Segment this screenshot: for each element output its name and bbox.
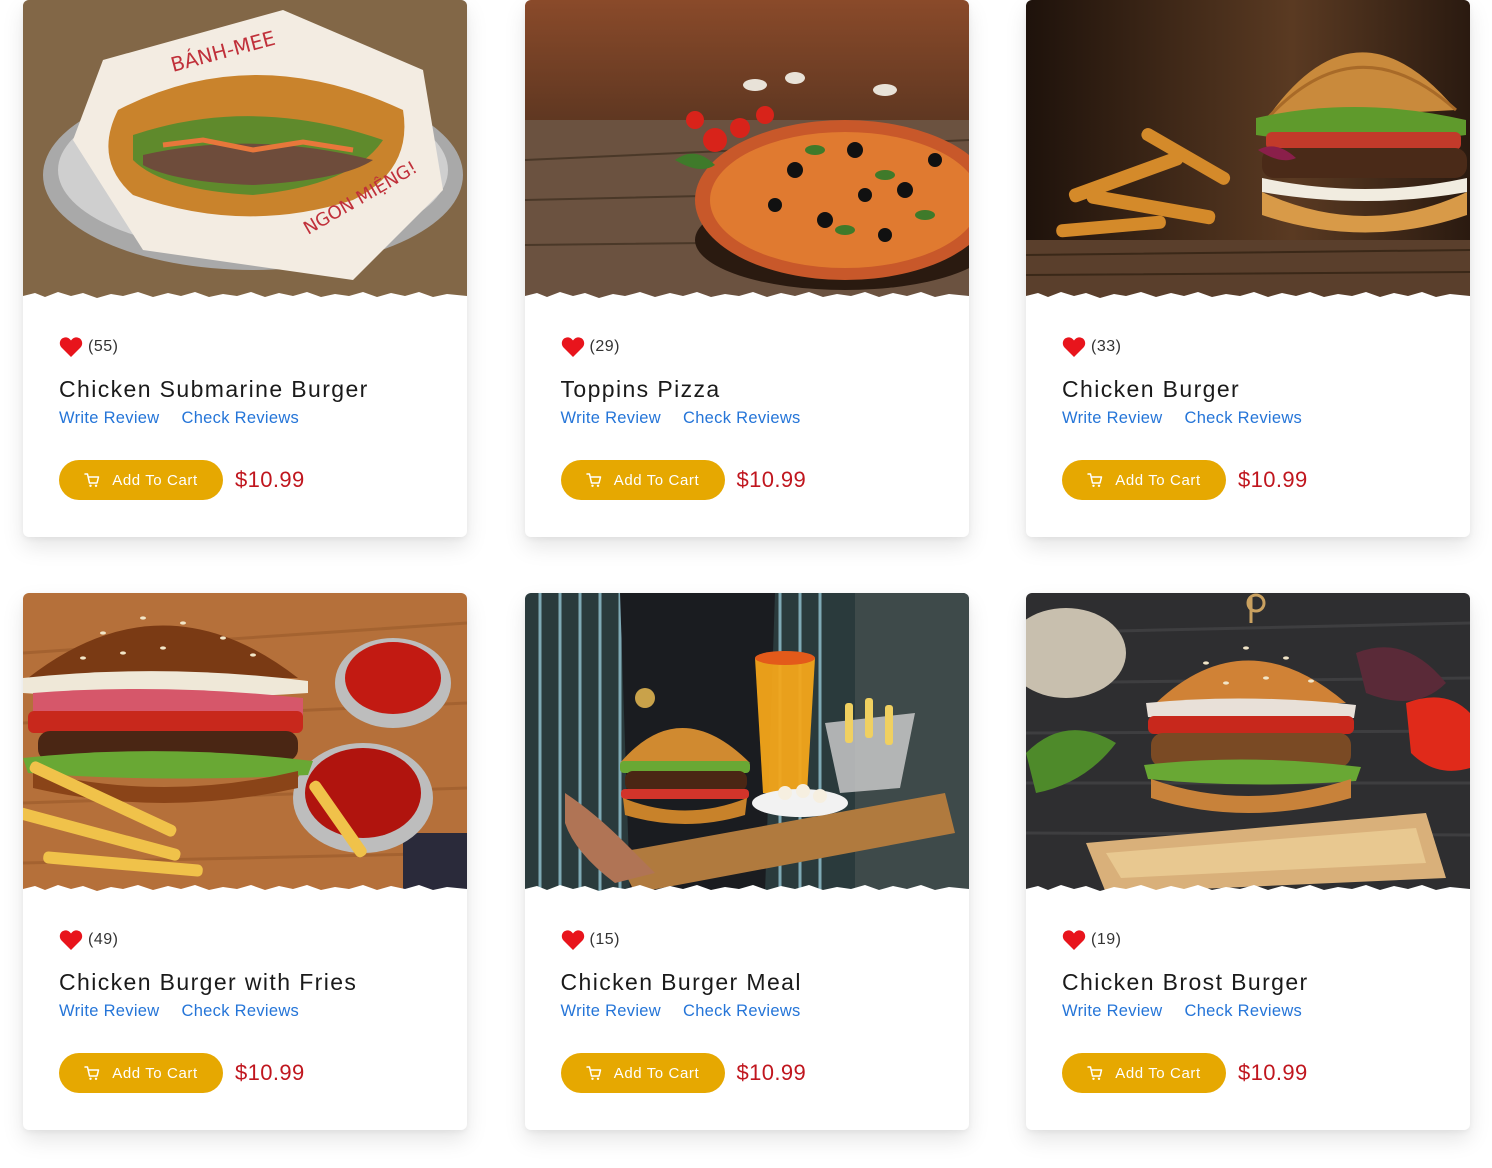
burger-with-fries-photo [23, 593, 467, 893]
price: $10.99 [736, 1060, 807, 1085]
write-review-link[interactable]: Write Review [561, 1002, 661, 1028]
shopping-cart-icon [585, 473, 601, 487]
add-to-cart-label: Add To Cart [112, 1064, 198, 1082]
buy-row: Add To Cart $10.99 [1062, 1053, 1434, 1093]
product-name: Chicken Burger Meal [560, 969, 802, 995]
price: $10.99 [736, 467, 807, 492]
check-reviews-link[interactable]: Check Reviews [181, 409, 299, 435]
product-name: Chicken Brost Burger [1062, 969, 1309, 995]
product-card: (29) Toppins Pizza Write Review Check Re… [524, 0, 969, 537]
torn-edge [1026, 885, 1470, 893]
torn-edge [1026, 292, 1470, 300]
check-reviews-link[interactable]: Check Reviews [181, 1002, 299, 1028]
add-to-cart-button[interactable]: Add To Cart [560, 1053, 725, 1093]
rating-count: (49) [88, 931, 119, 948]
add-to-cart-label: Add To Cart [1115, 471, 1201, 489]
buy-row: Add To Cart $10.99 [59, 1053, 431, 1093]
write-review-link[interactable]: Write Review [59, 1002, 159, 1028]
rating: (29) [561, 334, 933, 360]
buy-row: Add To Cart $10.99 [560, 1053, 933, 1093]
rating: (33) [1062, 334, 1434, 360]
heart-icon[interactable] [1062, 336, 1086, 358]
shopping-cart-icon [84, 1066, 100, 1080]
write-review-link[interactable]: Write Review [561, 409, 661, 435]
review-links: Write Review Check Reviews [561, 409, 933, 435]
review-links: Write Review Check Reviews [1062, 1002, 1434, 1028]
burger-photo [1026, 0, 1470, 300]
product-name: Toppins Pizza [560, 376, 721, 402]
rating: (15) [561, 927, 933, 953]
check-reviews-link[interactable]: Check Reviews [683, 409, 801, 435]
product-card: (49) Chicken Burger with Fries Write Rev… [23, 593, 467, 1130]
heart-icon[interactable] [1062, 929, 1086, 951]
write-review-link[interactable]: Write Review [1062, 409, 1162, 435]
product-grid: BÁNH-MEE NGON MIỆNG! (55) Chicken Submar… [23, 0, 1470, 1130]
add-to-cart-label: Add To Cart [1115, 1064, 1201, 1082]
check-reviews-link[interactable]: Check Reviews [1184, 409, 1302, 435]
brost-burger-photo [1026, 593, 1470, 893]
write-review-link[interactable]: Write Review [59, 409, 159, 435]
product-image[interactable] [524, 593, 969, 893]
price: $10.99 [235, 467, 305, 492]
pizza-photo [524, 0, 969, 300]
burger-meal-photo [524, 593, 969, 893]
product-name: Chicken Burger with Fries [59, 969, 358, 995]
price: $10.99 [235, 1060, 305, 1085]
write-review-link[interactable]: Write Review [1062, 1002, 1162, 1028]
add-to-cart-label: Add To Cart [613, 471, 700, 489]
buy-row: Add To Cart $10.99 [1062, 460, 1434, 500]
torn-edge [524, 885, 969, 893]
product-card: BÁNH-MEE NGON MIỆNG! (55) Chicken Submar… [23, 0, 467, 537]
submarine-sandwich-photo: BÁNH-MEE NGON MIỆNG! [23, 0, 467, 300]
rating: (55) [59, 334, 431, 360]
rating-count: (55) [88, 338, 119, 355]
product-name: Chicken Burger [1062, 376, 1241, 402]
product-image[interactable] [1026, 593, 1470, 893]
heart-icon[interactable] [561, 336, 585, 358]
add-to-cart-button[interactable]: Add To Cart [59, 1053, 223, 1093]
shopping-cart-icon [1087, 1066, 1103, 1080]
product-card: (15) Chicken Burger Meal Write Review Ch… [524, 593, 969, 1130]
rating-count: (19) [1091, 931, 1122, 948]
heart-icon[interactable] [59, 929, 83, 951]
torn-edge [23, 885, 467, 893]
heart-icon[interactable] [561, 929, 585, 951]
buy-row: Add To Cart $10.99 [560, 460, 933, 500]
rating: (19) [1062, 927, 1434, 953]
check-reviews-link[interactable]: Check Reviews [1184, 1002, 1302, 1028]
torn-edge [23, 292, 467, 300]
product-image[interactable] [23, 593, 467, 893]
add-to-cart-label: Add To Cart [613, 1064, 700, 1082]
buy-row: Add To Cart $10.99 [59, 460, 431, 500]
review-links: Write Review Check Reviews [1062, 409, 1434, 435]
price: $10.99 [1238, 467, 1308, 492]
check-reviews-link[interactable]: Check Reviews [683, 1002, 801, 1028]
heart-icon[interactable] [59, 336, 83, 358]
add-to-cart-button[interactable]: Add To Cart [59, 460, 223, 500]
product-image[interactable]: BÁNH-MEE NGON MIỆNG! [23, 0, 467, 300]
price: $10.99 [1238, 1060, 1308, 1085]
rating: (49) [59, 927, 431, 953]
review-links: Write Review Check Reviews [561, 1002, 933, 1028]
review-links: Write Review Check Reviews [59, 409, 431, 435]
product-card: (19) Chicken Brost Burger Write Review C… [1026, 593, 1470, 1130]
add-to-cart-button[interactable]: Add To Cart [1062, 460, 1226, 500]
product-name: Chicken Submarine Burger [59, 376, 369, 402]
shopping-cart-icon [84, 473, 100, 487]
rating-count: (29) [589, 338, 620, 355]
add-to-cart-button[interactable]: Add To Cart [560, 460, 725, 500]
shopping-cart-icon [585, 1066, 601, 1080]
rating-count: (33) [1091, 338, 1122, 355]
add-to-cart-button[interactable]: Add To Cart [1062, 1053, 1226, 1093]
rating-count: (15) [589, 931, 620, 948]
product-image[interactable] [524, 0, 969, 300]
torn-edge [524, 292, 969, 300]
review-links: Write Review Check Reviews [59, 1002, 431, 1028]
shopping-cart-icon [1087, 473, 1103, 487]
product-image[interactable] [1026, 0, 1470, 300]
product-card: (33) Chicken Burger Write Review Check R… [1026, 0, 1470, 537]
add-to-cart-label: Add To Cart [112, 471, 198, 489]
